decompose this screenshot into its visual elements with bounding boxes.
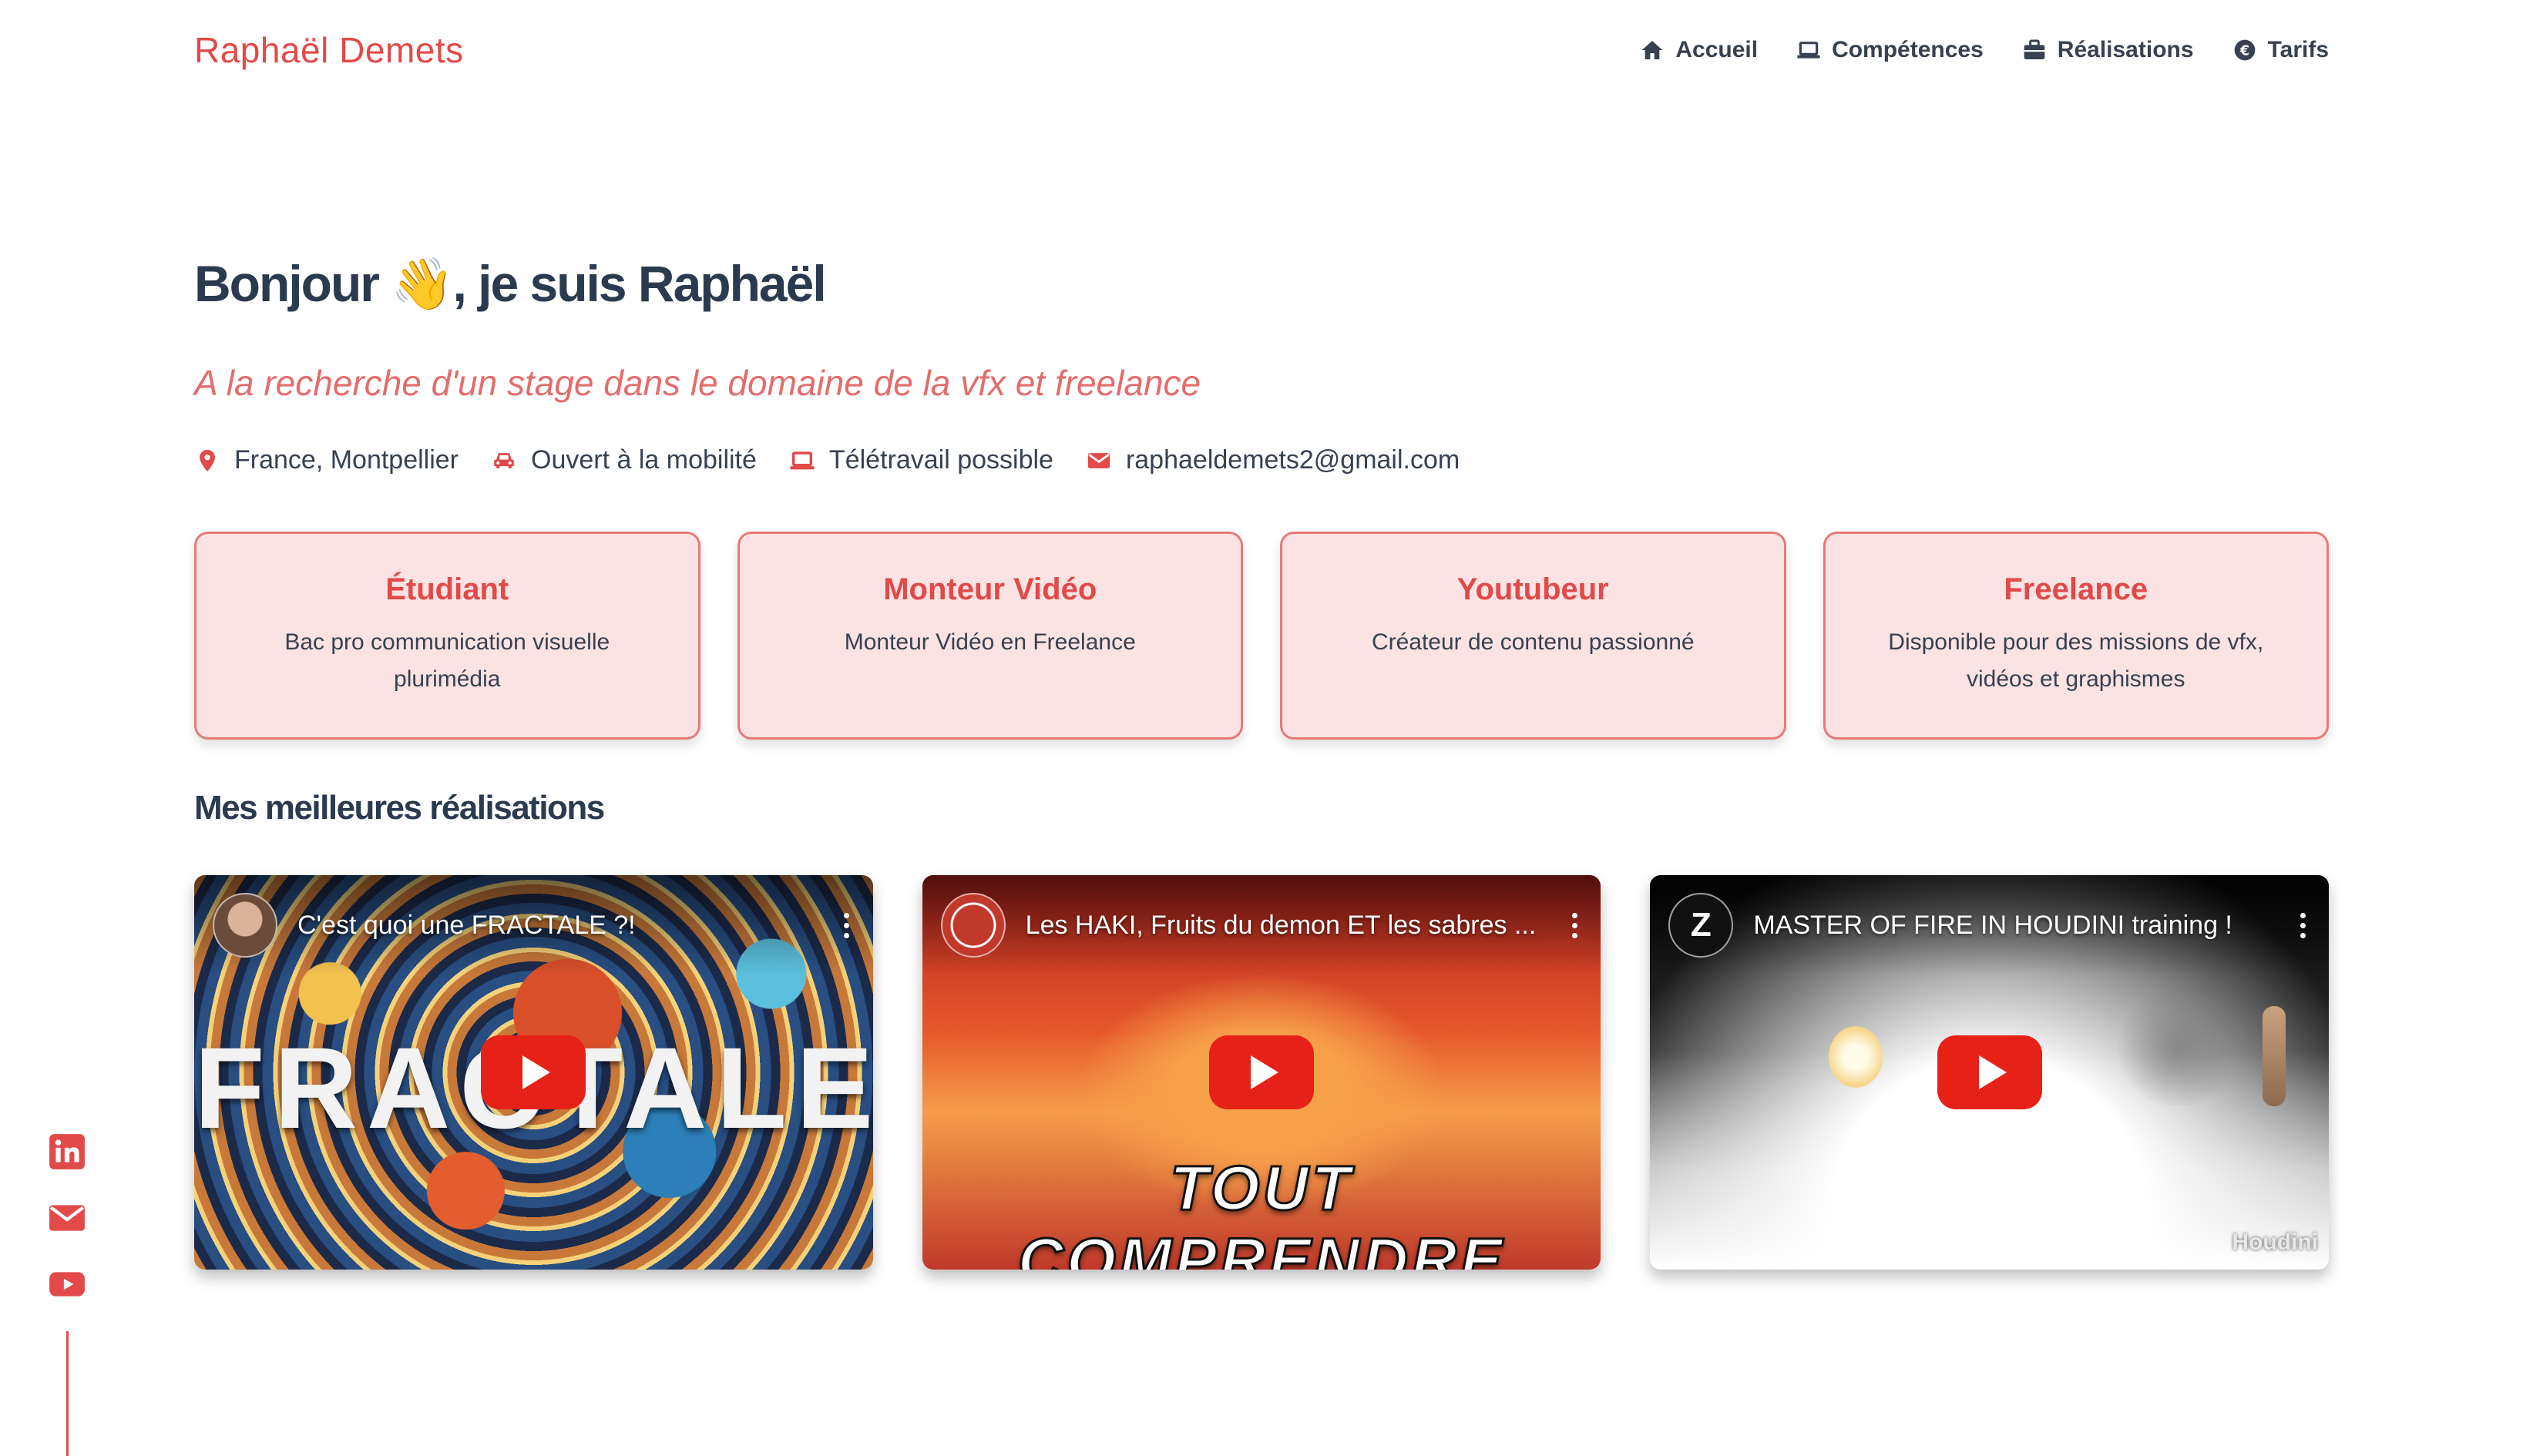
nav-accueil[interactable]: Accueil	[1640, 37, 1758, 63]
video-list: FRACTALE C'est quoi une FRACTALE ?! TOUT…	[194, 875, 2330, 1270]
laptop-icon	[1797, 42, 1820, 59]
video-title-bar: Les HAKI, Fruits du demon ET les sabres …	[922, 875, 1601, 975]
social-divider-line	[66, 1331, 69, 1456]
nav-competences-label: Compétences	[1832, 37, 1984, 62]
info-location-label: France, Montpellier	[234, 445, 459, 475]
nav-competences[interactable]: Compétences	[1796, 37, 1984, 63]
video-title[interactable]: Les HAKI, Fruits du demon ET les sabres …	[1026, 911, 1547, 941]
card-title: Monteur Vidéo	[883, 572, 1097, 606]
smoke-cloud	[2112, 991, 2244, 1106]
video-title-bar: Z MASTER OF FIRE IN HOUDINI training !	[1650, 875, 2330, 975]
video-title[interactable]: C'est quoi une FRACTALE ?!	[297, 911, 819, 941]
channel-avatar[interactable]: Z	[1668, 893, 1734, 958]
youtube-icon[interactable]	[48, 1265, 86, 1303]
card-desc: Créateur de contenu passionné	[1371, 629, 1695, 655]
info-row: France, Montpellier Ouvert à la mobilité…	[194, 445, 1460, 475]
site-header: Raphaël Demets Accueil Compétences Réali…	[194, 23, 2329, 77]
play-button[interactable]	[1209, 1035, 1314, 1109]
play-button[interactable]	[481, 1035, 586, 1109]
more-options-icon[interactable]	[839, 912, 855, 938]
location-pin-icon	[200, 449, 215, 471]
nav-tarifs[interactable]: € Tarifs	[2232, 37, 2329, 63]
briefcase-icon	[2024, 39, 2045, 59]
video-embed-haki[interactable]: TOUT COMPRENDRE Les HAKI, Fruits du demo…	[922, 875, 1601, 1270]
info-mobility: Ouvert à la mobilité	[491, 445, 757, 475]
info-email-label: raphaeldemets2@gmail.com	[1125, 445, 1460, 475]
card-monteur-video: Monteur Vidéo Monteur Vidéo en Freelance	[737, 532, 1243, 740]
card-title: Freelance	[2004, 572, 2148, 606]
mail-icon[interactable]	[48, 1199, 86, 1237]
play-button[interactable]	[1937, 1035, 2042, 1109]
channel-avatar[interactable]	[213, 893, 277, 958]
linkedin-icon[interactable]	[48, 1132, 86, 1171]
thumbnail-text: TOUT COMPRENDRE	[1016, 1152, 1506, 1270]
card-desc: Bac pro communication visuelle plurimédi…	[284, 629, 610, 692]
channel-avatar[interactable]	[940, 893, 1006, 958]
card-freelance: Freelance Disponible pour des missions d…	[1823, 532, 2329, 740]
card-etudiant: Étudiant Bac pro communication visuelle …	[194, 532, 700, 740]
profile-cards: Étudiant Bac pro communication visuelle …	[194, 532, 2329, 740]
mail-icon	[1087, 452, 1110, 468]
car-icon	[494, 452, 514, 468]
nav-realisations[interactable]: Réalisations	[2022, 37, 2194, 63]
social-links	[48, 1132, 86, 1303]
video-embed-houdini[interactable]: Houdini Z MASTER OF FIRE IN HOUDINI trai…	[1650, 875, 2330, 1270]
card-desc: Monteur Vidéo en Freelance	[844, 629, 1136, 655]
nav-realisations-label: Réalisations	[2057, 37, 2194, 62]
video-title[interactable]: MASTER OF FIRE IN HOUDINI training !	[1753, 911, 2275, 941]
euro-icon: €	[2234, 39, 2255, 61]
brand-name[interactable]: Raphaël Demets	[194, 29, 464, 71]
hero-title: Bonjour 👋, je suis Raphaël	[194, 255, 827, 312]
info-remote-label: Télétravail possible	[828, 445, 1053, 475]
hero-subtitle: A la recherche d'un stage dans le domain…	[194, 363, 1201, 403]
card-youtubeur: Youtubeur Créateur de contenu passionné	[1280, 532, 1786, 740]
more-options-icon[interactable]	[2295, 912, 2310, 938]
nav-accueil-label: Accueil	[1675, 37, 1759, 62]
video-title-bar: C'est quoi une FRACTALE ?!	[194, 875, 873, 975]
home-icon	[1642, 41, 1663, 59]
info-location: France, Montpellier	[194, 445, 459, 475]
info-email[interactable]: raphaeldemets2@gmail.com	[1086, 445, 1460, 475]
laptop-icon	[790, 451, 815, 469]
svg-text:€: €	[2239, 44, 2249, 59]
more-options-icon[interactable]	[1567, 912, 1582, 938]
card-title: Youtubeur	[1456, 572, 1609, 606]
info-remote: Télétravail possible	[789, 445, 1053, 475]
houdini-watermark: Houdini	[2232, 1230, 2319, 1255]
info-mobility-label: Ouvert à la mobilité	[531, 445, 757, 475]
main-nav: Accueil Compétences Réalisations € Tarif…	[1640, 37, 2329, 63]
card-title: Étudiant	[385, 572, 509, 606]
video-embed-fractale[interactable]: FRACTALE C'est quoi une FRACTALE ?!	[194, 875, 873, 1270]
fire-ball	[1829, 1026, 1883, 1088]
card-desc: Disponible pour des missions de vfx, vid…	[1888, 629, 2264, 692]
character-figure	[2263, 1006, 2286, 1106]
nav-tarifs-label: Tarifs	[2267, 37, 2329, 62]
section-title: Mes meilleures réalisations	[194, 789, 605, 827]
